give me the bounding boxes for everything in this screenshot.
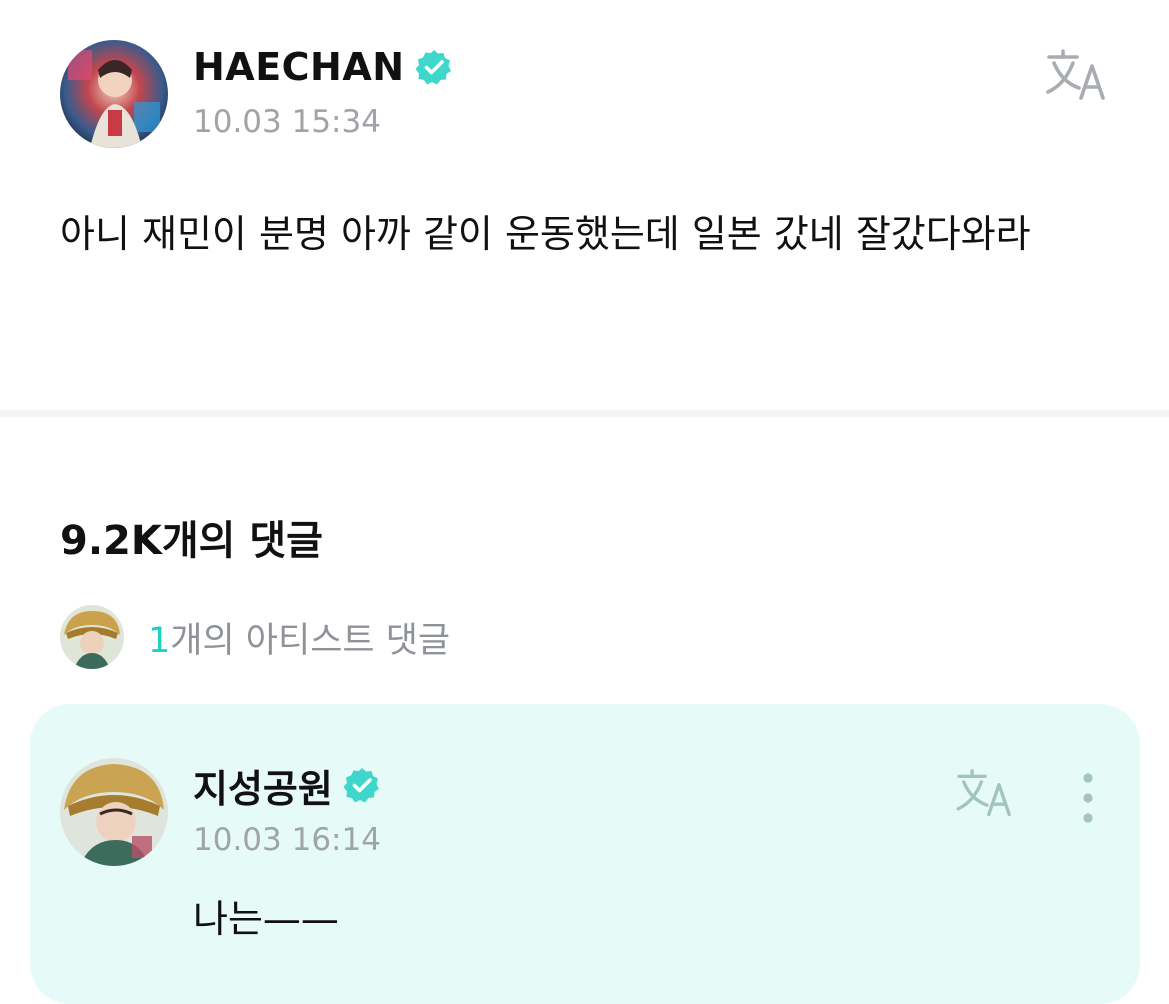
comment-card: 지성공원 10.03 16:14 나는—— xyxy=(30,704,1140,1004)
more-vertical-icon xyxy=(1083,773,1093,823)
section-divider xyxy=(0,410,1169,417)
author-name[interactable]: HAECHAN xyxy=(193,45,405,89)
comment-author-avatar-image xyxy=(60,758,168,866)
comment-translate-button[interactable] xyxy=(955,768,1017,820)
artist-avatar xyxy=(60,605,124,669)
verified-badge-icon xyxy=(343,766,381,804)
artist-comments-count: 1 xyxy=(148,620,171,661)
artist-comments-filter[interactable]: 1개의 아티스트 댓글 xyxy=(60,605,450,669)
comments-count-title: 9.2K개의 댓글 xyxy=(60,518,323,564)
post-timestamp: 10.03 15:34 xyxy=(193,104,381,140)
author-name-row[interactable]: HAECHAN xyxy=(193,42,453,92)
translate-icon xyxy=(956,769,1011,817)
author-avatar[interactable] xyxy=(60,40,168,148)
post-body: 아니 재민이 분명 아까 같이 운동했는데 일본 갔네 잘갔다와라 xyxy=(60,212,1031,256)
comment-author-avatar[interactable] xyxy=(60,758,168,866)
comment-more-button[interactable] xyxy=(1070,770,1106,826)
artist-comments-label: 1개의 아티스트 댓글 xyxy=(148,612,450,663)
author-avatar-image xyxy=(60,40,168,148)
verified-badge-icon xyxy=(415,48,453,86)
artist-avatar-image xyxy=(60,605,124,669)
comment-body: 나는—— xyxy=(193,897,339,941)
comment-author-name[interactable]: 지성공원 xyxy=(193,758,333,813)
comment-timestamp: 10.03 16:14 xyxy=(193,822,381,858)
artist-comments-text: 개의 아티스트 댓글 xyxy=(170,620,451,661)
comment-author-row[interactable]: 지성공원 xyxy=(193,758,381,813)
translate-icon xyxy=(1046,49,1105,100)
post-header: HAECHAN 10.03 15:34 xyxy=(0,0,1169,180)
translate-button[interactable] xyxy=(1045,48,1111,104)
